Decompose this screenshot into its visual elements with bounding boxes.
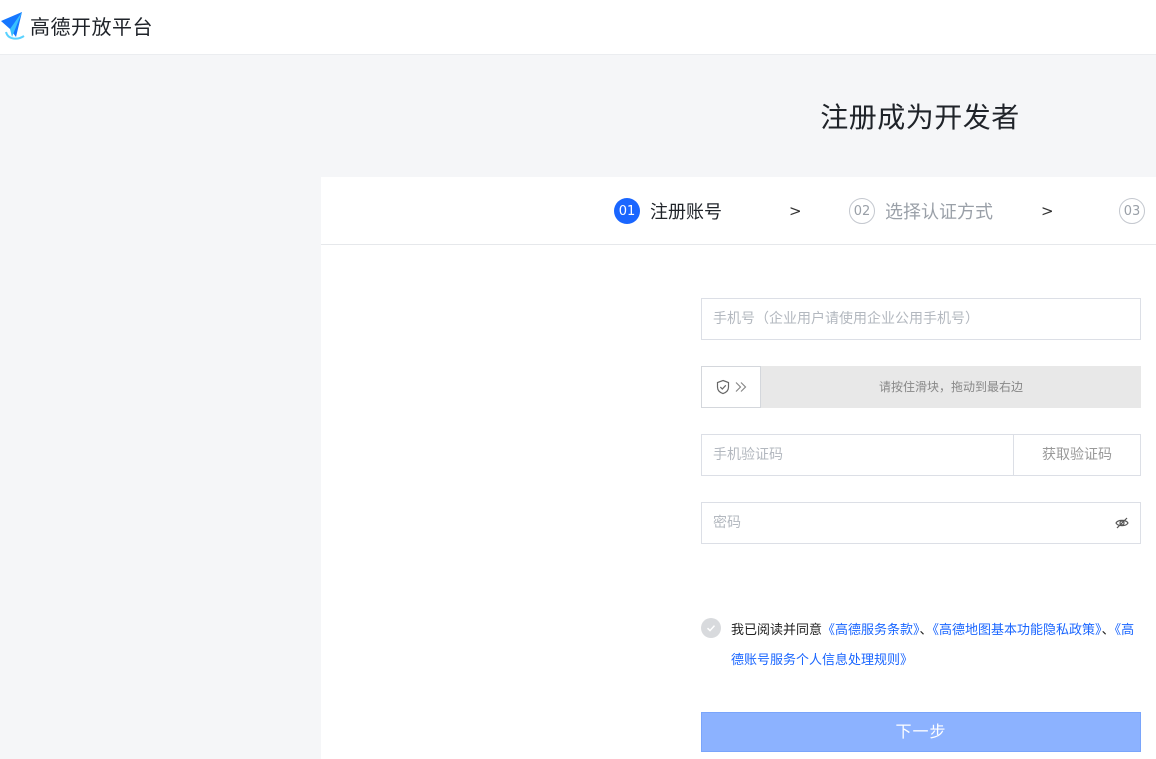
next-step-button[interactable]: 下一步 <box>701 712 1141 752</box>
paper-plane-logo-icon <box>1 12 25 40</box>
slider-captcha: 请按住滑块，拖动到最右边 <box>701 366 1141 408</box>
step-2-number: 02 <box>849 198 875 224</box>
shield-check-icon <box>716 379 729 395</box>
phone-field <box>701 298 1141 340</box>
sms-code-field: 获取验证码 <box>701 434 1141 476</box>
check-icon <box>706 625 716 632</box>
sms-code-input[interactable] <box>702 435 1015 475</box>
step-3: 03 <box>1119 198 1145 224</box>
agree-checkbox[interactable] <box>701 618 721 638</box>
slider-handle[interactable] <box>701 366 761 408</box>
get-code-button[interactable]: 获取验证码 <box>1013 435 1140 475</box>
step-2: 02 选择认证方式 <box>849 198 993 224</box>
step-1: 01 注册账号 <box>614 198 722 224</box>
logo-text: 高德开放平台 <box>30 14 153 39</box>
step-2-label: 选择认证方式 <box>885 202 993 223</box>
step-1-label: 注册账号 <box>650 202 722 223</box>
double-chevron-right-icon <box>735 382 746 392</box>
step-separator: > <box>1041 202 1054 220</box>
step-separator: > <box>789 202 802 220</box>
slider-hint: 请按住滑块，拖动到最右边 <box>878 380 1023 394</box>
privacy-policy-link[interactable]: 《高德地图基本功能隐私政策》 <box>933 623 1102 638</box>
steps-bar: 01 注册账号 > 02 选择认证方式 > 03 <box>321 177 1156 245</box>
step-3-number: 03 <box>1119 198 1145 224</box>
step-1-number: 01 <box>614 198 640 224</box>
password-field <box>701 502 1141 544</box>
agreement-separator: 、 <box>919 623 933 638</box>
logo[interactable]: 高德开放平台 <box>0 10 153 40</box>
agreement-text: 我已阅读并同意《高德服务条款》、《高德地图基本功能隐私政策》、《高德账号服务个人… <box>731 616 1136 676</box>
agreement-prefix: 我已阅读并同意 <box>731 623 823 638</box>
agreement-separator: 、 <box>1101 623 1115 638</box>
register-card: 01 注册账号 > 02 选择认证方式 > 03 请按住滑块，拖动到最右边 获 <box>321 177 1156 759</box>
page-title: 注册成为开发者 <box>820 101 1020 134</box>
phone-input[interactable] <box>702 299 1140 339</box>
password-input[interactable] <box>702 503 1102 543</box>
top-bar: 高德开放平台 <box>0 0 1156 55</box>
eye-hidden-icon[interactable] <box>1115 516 1129 530</box>
terms-link[interactable]: 《高德服务条款》 <box>822 623 920 638</box>
